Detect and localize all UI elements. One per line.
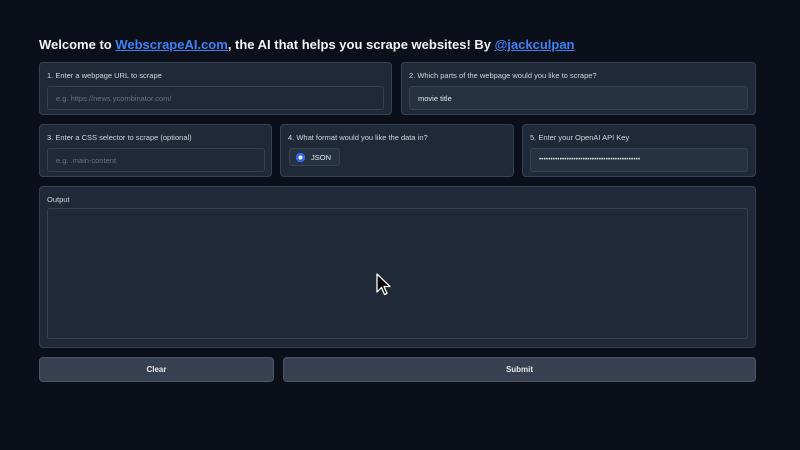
url-card: 1. Enter a webpage URL to scrape: [39, 62, 392, 115]
parts-label: 2. Which parts of the webpage would you …: [409, 71, 597, 80]
output-textarea[interactable]: [47, 208, 748, 339]
site-link[interactable]: WebscrapeAI.com: [115, 37, 227, 52]
radio-selected-icon: [296, 152, 305, 162]
api-key-card: 5. Enter your OpenAI API Key: [522, 124, 756, 177]
css-card: 3. Enter a CSS selector to scrape (optio…: [39, 124, 272, 177]
css-selector-input[interactable]: [47, 148, 265, 172]
page-title: Welcome to WebscrapeAI.com, the AI that …: [39, 37, 575, 52]
submit-button[interactable]: Submit: [283, 357, 756, 382]
title-middle: , the AI that helps you scrape websites!…: [227, 37, 495, 52]
format-label: 4. What format would you like the data i…: [288, 133, 428, 142]
format-radio-json[interactable]: JSON: [289, 148, 341, 166]
format-card: 4. What format would you like the data i…: [280, 124, 514, 177]
format-radio-label: JSON: [311, 152, 332, 162]
author-link[interactable]: @jackculpan: [495, 37, 575, 52]
output-label: Output: [47, 195, 70, 204]
parts-input[interactable]: [409, 86, 748, 110]
page: Welcome to WebscrapeAI.com, the AI that …: [0, 0, 800, 450]
api-key-input[interactable]: [530, 148, 748, 172]
output-card: Output: [39, 186, 756, 348]
url-label: 1. Enter a webpage URL to scrape: [47, 71, 162, 80]
parts-card: 2. Which parts of the webpage would you …: [401, 62, 756, 115]
clear-button[interactable]: Clear: [39, 357, 274, 382]
mouse-pointer-icon: [376, 273, 391, 296]
api-key-label: 5. Enter your OpenAI API Key: [530, 133, 630, 142]
css-label: 3. Enter a CSS selector to scrape (optio…: [47, 133, 192, 142]
url-input[interactable]: [47, 86, 384, 110]
title-prefix: Welcome to: [39, 37, 116, 52]
